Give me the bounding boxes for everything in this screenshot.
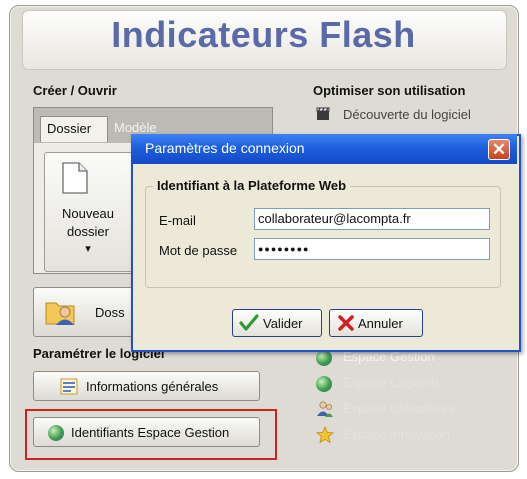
espace-utilisateurs-link[interactable]: Espace Utilisateurs — [343, 401, 454, 416]
folder-button[interactable]: Doss — [33, 287, 143, 337]
users-icon — [316, 400, 334, 418]
new-folder-button[interactable]: Nouveau dossier ▾ — [44, 152, 134, 272]
new-folder-label-line1: Nouveau — [61, 206, 115, 221]
cancel-label: Annuler — [358, 316, 403, 331]
credentials-group — [145, 186, 501, 288]
globe-icon — [316, 376, 332, 392]
validate-label: Valider — [263, 316, 303, 331]
new-folder-label-line2: dossier — [67, 224, 109, 239]
general-info-button[interactable]: Informations générales — [33, 371, 260, 401]
cross-icon — [338, 315, 354, 331]
user-folder-icon — [45, 297, 77, 327]
globe-icon — [316, 350, 332, 366]
validate-button[interactable]: Valider — [232, 309, 322, 337]
optimize-heading: Optimiser son utilisation — [313, 83, 466, 98]
discovery-link[interactable]: Découverte du logiciel — [343, 107, 471, 122]
cancel-button[interactable]: Annuler — [329, 309, 423, 337]
highlight-box — [25, 409, 277, 460]
credentials-group-title: Identifiant à la Plateforme Web — [153, 178, 351, 193]
general-info-label: Informations générales — [86, 379, 219, 394]
new-document-icon — [62, 162, 88, 194]
email-label: E-mail — [159, 213, 196, 228]
espace-logiciels-link[interactable]: Espace Logiciels — [343, 375, 441, 390]
clapperboard-icon — [316, 107, 330, 121]
create-open-heading: Créer / Ouvrir — [33, 83, 117, 98]
espace-innovation-link[interactable]: Espace Innovation — [343, 427, 450, 442]
folder-button-label: Doss — [95, 305, 125, 320]
dialog-title: Paramètres de connexion — [145, 140, 305, 156]
email-field[interactable]: collaborateur@lacompta.fr — [254, 208, 490, 230]
star-icon — [315, 425, 335, 444]
tab-dossier[interactable]: Dossier — [40, 116, 108, 142]
password-field[interactable]: ●●●●●●●● — [254, 238, 490, 260]
checkmark-icon — [239, 314, 259, 332]
info-form-icon — [60, 378, 78, 395]
app-title: Indicateurs Flash — [111, 14, 416, 55]
password-label: Mot de passe — [159, 243, 238, 258]
close-button[interactable]: ✕ — [488, 139, 510, 160]
chevron-down-icon: ▾ — [85, 243, 91, 255]
